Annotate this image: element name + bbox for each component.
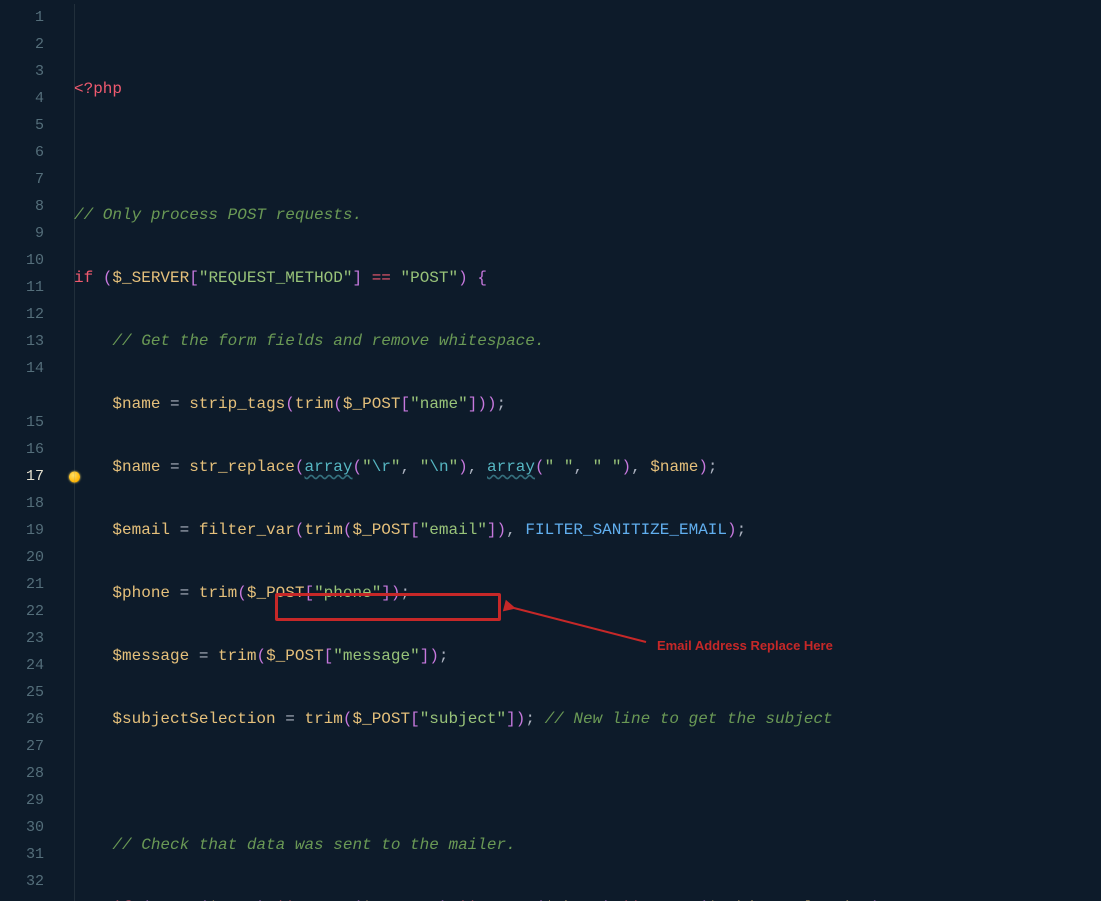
code-line[interactable]: $name = strip_tags(trim($_POST["name"]))… [62,391,1101,418]
ln-29: 29 [0,787,62,814]
ln-1: 1 [0,4,62,31]
ln-5: 5 [0,112,62,139]
ln-9: 9 [0,220,62,247]
code-line[interactable]: // Get the form fields and remove whites… [62,328,1101,355]
ln-22: 22 [0,598,62,625]
ln-3: 3 [0,58,62,85]
code-editor[interactable]: 1 2 3 4 5 6 7 8 9 10 11 12 13 14 15 16 1… [0,0,1101,901]
code-line[interactable]: // Check that data was sent to the maile… [62,832,1101,859]
ln-7: 7 [0,166,62,193]
code-line[interactable] [62,139,1101,166]
code-line[interactable]: $phone = trim($_POST["phone"]); [62,580,1101,607]
ln-17: 17 [0,463,62,490]
ln-28: 28 [0,760,62,787]
ln-14b [0,382,62,409]
ln-12: 12 [0,301,62,328]
ln-32: 32 [0,868,62,895]
ln-16: 16 [0,436,62,463]
line-number-gutter: 1 2 3 4 5 6 7 8 9 10 11 12 13 14 15 16 1… [0,0,62,901]
code-line[interactable]: $subjectSelection = trim($_POST["subject… [62,706,1101,733]
ln-2: 2 [0,31,62,58]
code-line[interactable]: if ($_SERVER["REQUEST_METHOD"] == "POST"… [62,265,1101,292]
code-line[interactable] [62,769,1101,796]
ln-24: 24 [0,652,62,679]
ln-26: 26 [0,706,62,733]
code-area[interactable]: <?php // Only process POST requests. if … [62,0,1101,901]
ln-6: 6 [0,139,62,166]
ln-25: 25 [0,679,62,706]
code-line[interactable]: $email = filter_var(trim($_POST["email"]… [62,517,1101,544]
ln-10: 10 [0,247,62,274]
ln-20: 20 [0,544,62,571]
ln-31: 31 [0,841,62,868]
code-line[interactable]: $name = str_replace(array("\r", "\n"), a… [62,454,1101,481]
ln-23: 23 [0,625,62,652]
code-line[interactable]: <?php [62,76,1101,103]
ln-19: 19 [0,517,62,544]
ln-30: 30 [0,814,62,841]
ln-15: 15 [0,409,62,436]
ln-13: 13 [0,328,62,355]
ln-21: 21 [0,571,62,598]
code-line[interactable]: if (empty($name) || empty($message) || e… [62,895,1101,901]
code-line[interactable]: // Only process POST requests. [62,202,1101,229]
ln-4: 4 [0,85,62,112]
ln-18: 18 [0,490,62,517]
ln-11: 11 [0,274,62,301]
code-line[interactable]: $message = trim($_POST["message"]); [62,643,1101,670]
ln-14: 14 [0,355,62,382]
ln-8: 8 [0,193,62,220]
ln-27: 27 [0,733,62,760]
